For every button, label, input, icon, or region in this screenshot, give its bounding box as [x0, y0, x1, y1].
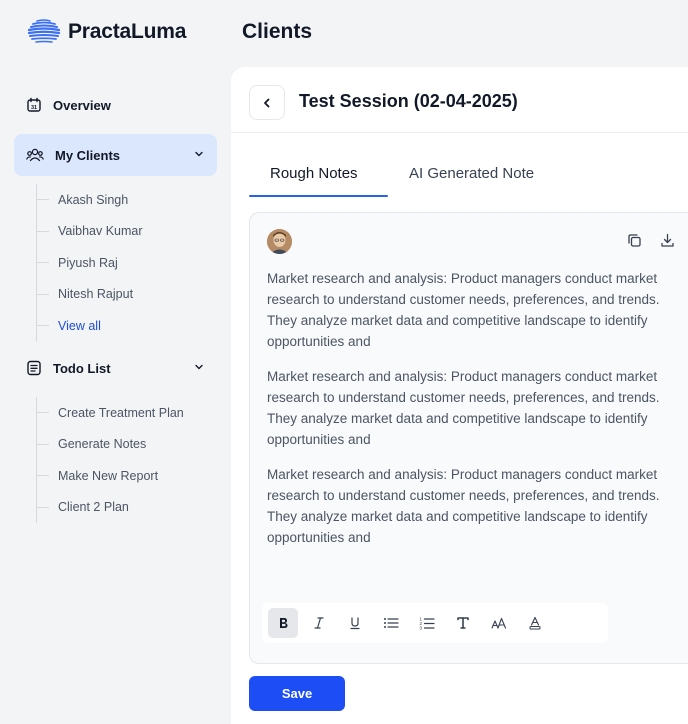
copy-icon[interactable]: [627, 233, 642, 248]
client-item[interactable]: Nitesh Rajput: [37, 279, 216, 311]
note-line: Market research and analysis: Product ma…: [267, 271, 658, 286]
todo-item[interactable]: Client 2 Plan: [37, 492, 216, 524]
note-line: research to understand customer needs, p…: [267, 390, 660, 405]
bold-icon: [280, 618, 288, 628]
chevron-down-icon[interactable]: [193, 148, 205, 160]
text-style-button[interactable]: [448, 608, 478, 638]
note-line: opportunities and: [267, 530, 371, 545]
underline-button[interactable]: [340, 608, 370, 638]
avatar: [267, 229, 292, 254]
numbered-list-icon: 1 2 3: [420, 616, 435, 630]
note-line: Market research and analysis: Product ma…: [267, 369, 658, 384]
client-item[interactable]: Akash Singh: [37, 184, 216, 216]
sidebar-item-my-clients[interactable]: My Clients: [14, 134, 217, 176]
note-line: opportunities and: [267, 432, 371, 447]
chevron-left-icon: [264, 98, 270, 107]
svg-text:3: 3: [420, 625, 423, 630]
header-divider: [231, 132, 688, 133]
sidebar-item-label: Todo List: [53, 360, 111, 376]
client-item[interactable]: Piyush Raj: [37, 247, 216, 279]
note-line: Market research and analysis: Product ma…: [267, 467, 658, 482]
sidebar-item-label: My Clients: [55, 147, 121, 163]
numbered-list-button[interactable]: 1 2 3: [412, 608, 442, 638]
bullet-list-button[interactable]: [376, 608, 406, 638]
download-icon[interactable]: [660, 233, 675, 248]
note-line: opportunities and: [267, 334, 371, 349]
note-line: research to understand customer needs, p…: [267, 292, 660, 307]
chevron-down-icon[interactable]: [193, 361, 205, 373]
session-panel: Test Session (02-04-2025) Rough Notes AI…: [231, 67, 688, 724]
logo-icon: [28, 19, 60, 43]
session-title: Test Session (02-04-2025): [299, 91, 518, 111]
list-icon: [27, 360, 41, 376]
users-icon: [26, 148, 44, 162]
note-editor[interactable]: Market research and analysis: Product ma…: [249, 212, 688, 664]
save-button[interactable]: Save: [249, 676, 345, 711]
page-title: Clients: [242, 20, 313, 43]
tab-rough-notes[interactable]: Rough Notes: [270, 165, 358, 182]
note-line: They analyze market data and competitive…: [267, 313, 648, 328]
note-line: They analyze market data and competitive…: [267, 411, 648, 426]
sidebar: 31 Overview My Clients Akash Singh Vaibh…: [0, 70, 231, 724]
sidebar-item-overview[interactable]: 31 Overview: [14, 84, 217, 126]
italic-icon: [314, 617, 324, 629]
brand-name: PractaLuma: [68, 20, 187, 43]
note-paragraph: Market research and analysis: Product ma…: [267, 366, 688, 450]
note-line: They analyze market data and competitive…: [267, 509, 648, 524]
todo-item[interactable]: Create Treatment Plan: [37, 397, 216, 429]
tab-ai-generated-note[interactable]: AI Generated Note: [409, 165, 534, 182]
italic-button[interactable]: [304, 608, 334, 638]
bullet-list-icon: [384, 618, 399, 628]
note-paragraph: Market research and analysis: Product ma…: [267, 268, 688, 352]
view-all-link[interactable]: View all: [37, 310, 216, 342]
calendar-icon: 31: [27, 97, 41, 112]
format-toolbar: 1 2 3: [262, 603, 608, 643]
todo-item[interactable]: Make New Report: [37, 460, 216, 492]
text-color-icon: [529, 616, 541, 630]
active-tab-indicator: [249, 195, 388, 197]
brand-logo[interactable]: PractaLuma: [28, 18, 186, 46]
text-icon: [457, 617, 469, 629]
back-button[interactable]: [249, 85, 285, 120]
note-content[interactable]: Market research and analysis: Product ma…: [267, 268, 688, 562]
sidebar-item-label: Overview: [53, 97, 111, 113]
text-color-button[interactable]: [520, 608, 550, 638]
font-size-icon: [491, 617, 507, 629]
bold-button[interactable]: [268, 608, 298, 638]
todo-item[interactable]: Generate Notes: [37, 429, 216, 461]
note-line: research to understand customer needs, p…: [267, 488, 660, 503]
font-size-button[interactable]: [484, 608, 514, 638]
todo-list: Create Treatment Plan Generate Notes Mak…: [36, 397, 216, 523]
note-paragraph: Market research and analysis: Product ma…: [267, 464, 688, 548]
svg-text:31: 31: [31, 105, 37, 111]
underline-icon: [350, 617, 360, 630]
sidebar-item-todo-list[interactable]: Todo List: [14, 347, 217, 389]
client-list: Akash Singh Vaibhav Kumar Piyush Raj Nit…: [36, 184, 216, 342]
client-item[interactable]: Vaibhav Kumar: [37, 216, 216, 248]
